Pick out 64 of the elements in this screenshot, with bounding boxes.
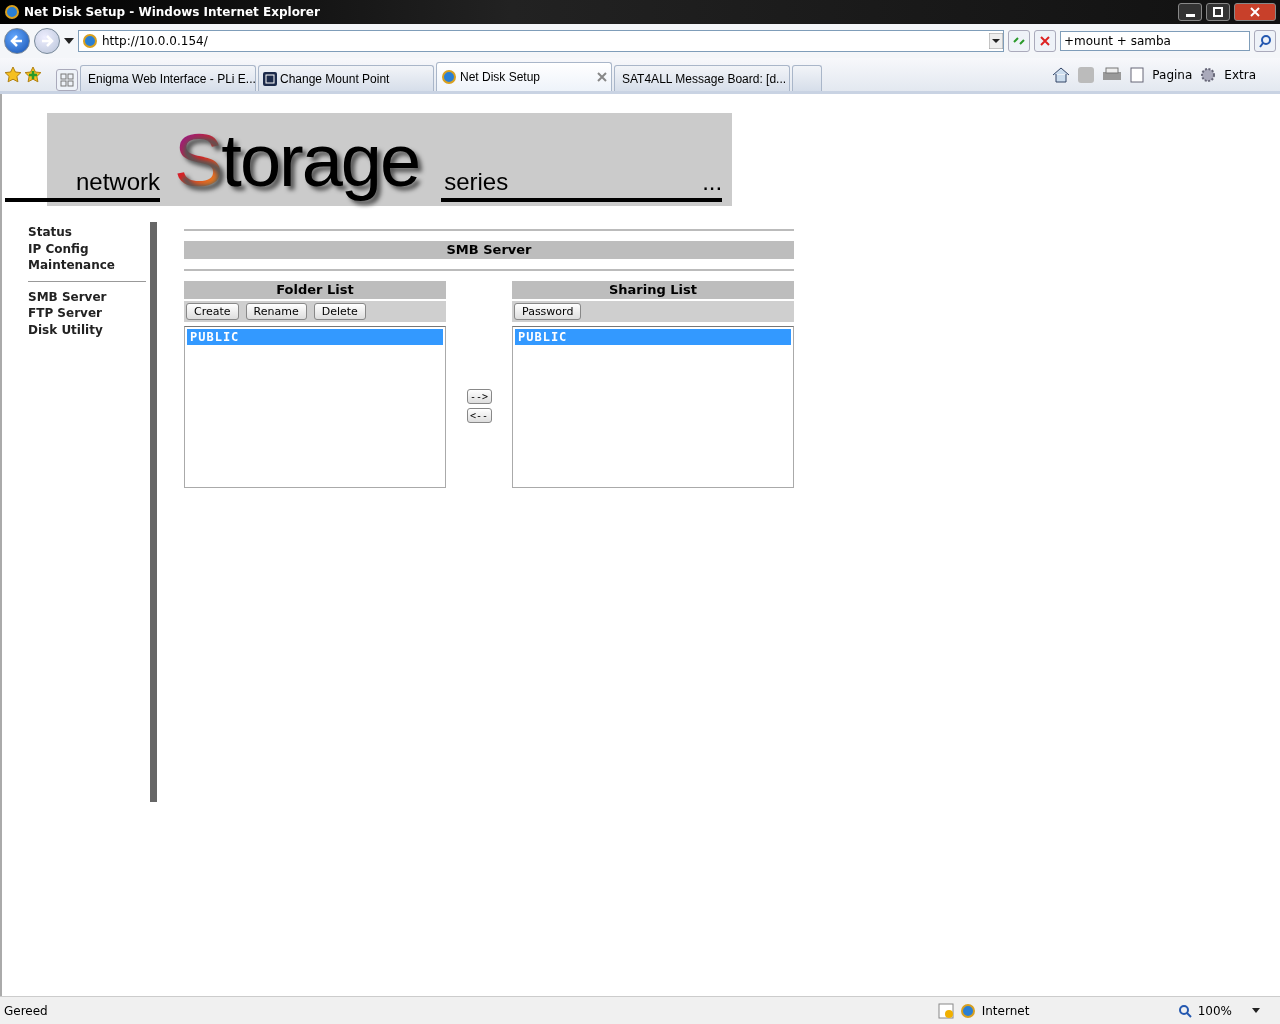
close-button[interactable] xyxy=(1234,3,1276,21)
sidebar-link[interactable]: FTP Server xyxy=(28,305,150,322)
zoom-level[interactable]: 100% xyxy=(1197,1003,1232,1018)
printer-icon[interactable] xyxy=(1102,66,1123,83)
banner-word: network xyxy=(5,168,160,202)
move-button[interactable]: <-- xyxy=(466,408,492,423)
gear-icon xyxy=(1200,66,1217,83)
back-arrow-icon xyxy=(10,34,24,48)
page-icon xyxy=(1130,66,1145,83)
banner-title: Storage xyxy=(174,124,420,204)
search-button[interactable] xyxy=(1254,30,1276,52)
grid-icon xyxy=(60,73,74,87)
sidebar-link[interactable]: Maintenance xyxy=(28,257,150,274)
stop-button[interactable] xyxy=(1034,30,1056,52)
minimize-icon xyxy=(1185,14,1195,17)
sidebar-link[interactable]: Disk Utility xyxy=(28,321,150,338)
close-icon xyxy=(1250,7,1260,17)
search-icon xyxy=(1258,34,1272,48)
globe-icon xyxy=(959,1002,976,1019)
action-button[interactable]: Rename xyxy=(245,303,307,320)
list-heading: Folder List xyxy=(184,281,446,299)
page-menu[interactable]: Pagina xyxy=(1152,67,1193,82)
sidebar-link[interactable]: Status xyxy=(28,224,150,241)
page-icon xyxy=(82,33,98,49)
warning-icon xyxy=(937,1002,954,1019)
add-favorite-icon[interactable] xyxy=(24,65,42,84)
list-heading: Sharing List xyxy=(512,281,794,299)
window-title: Net Disk Setup - Windows Internet Explorer xyxy=(24,5,321,19)
browser-tab[interactable]: SAT4ALL Message Board: [d... xyxy=(614,65,790,91)
close-icon[interactable] xyxy=(597,72,607,82)
minimize-button[interactable] xyxy=(1178,3,1202,21)
browser-tab[interactable]: Enigma Web Interface - PLi E... xyxy=(80,65,256,91)
quick-tabs-button[interactable] xyxy=(56,69,78,91)
dropdown-icon[interactable] xyxy=(1252,1008,1260,1013)
banner-ellipsis: ... xyxy=(702,168,723,196)
forward-arrow-icon xyxy=(40,34,54,48)
banner-word: series xyxy=(444,168,509,196)
zone-text: Internet xyxy=(981,1003,1031,1018)
tools-menu[interactable]: Extra xyxy=(1224,67,1256,82)
refresh-button[interactable] xyxy=(1008,30,1030,52)
move-button[interactable]: --> xyxy=(466,389,492,404)
browser-tab[interactable]: Net Disk Setup xyxy=(436,62,612,91)
home-icon[interactable] xyxy=(1052,66,1071,83)
sidebar-link[interactable]: IP Config xyxy=(28,240,150,257)
dropdown-icon[interactable] xyxy=(64,38,74,44)
back-button[interactable] xyxy=(4,28,30,54)
action-button[interactable]: Password xyxy=(514,303,582,320)
action-button[interactable]: Delete xyxy=(313,303,366,320)
status-text: Gereed xyxy=(4,1003,49,1018)
restore-button[interactable] xyxy=(1206,3,1230,21)
browser-icon xyxy=(441,69,457,85)
logo-icon xyxy=(263,71,277,86)
restore-icon xyxy=(1213,7,1223,17)
star-icon[interactable] xyxy=(4,65,22,84)
action-button[interactable]: Create xyxy=(186,303,239,320)
address-field[interactable]: http://10.0.0.154/ xyxy=(78,30,1004,52)
zoom-icon xyxy=(1177,1003,1192,1018)
search-field[interactable]: +mount + samba xyxy=(1060,31,1250,51)
browser-icon xyxy=(4,4,20,20)
section-title: SMB Server xyxy=(184,241,794,259)
stop-icon xyxy=(1039,35,1051,47)
sidebar-link[interactable]: SMB Server xyxy=(28,288,150,305)
dropdown-icon[interactable] xyxy=(989,33,1003,49)
browser-tab[interactable]: Change Mount Point xyxy=(258,65,434,91)
